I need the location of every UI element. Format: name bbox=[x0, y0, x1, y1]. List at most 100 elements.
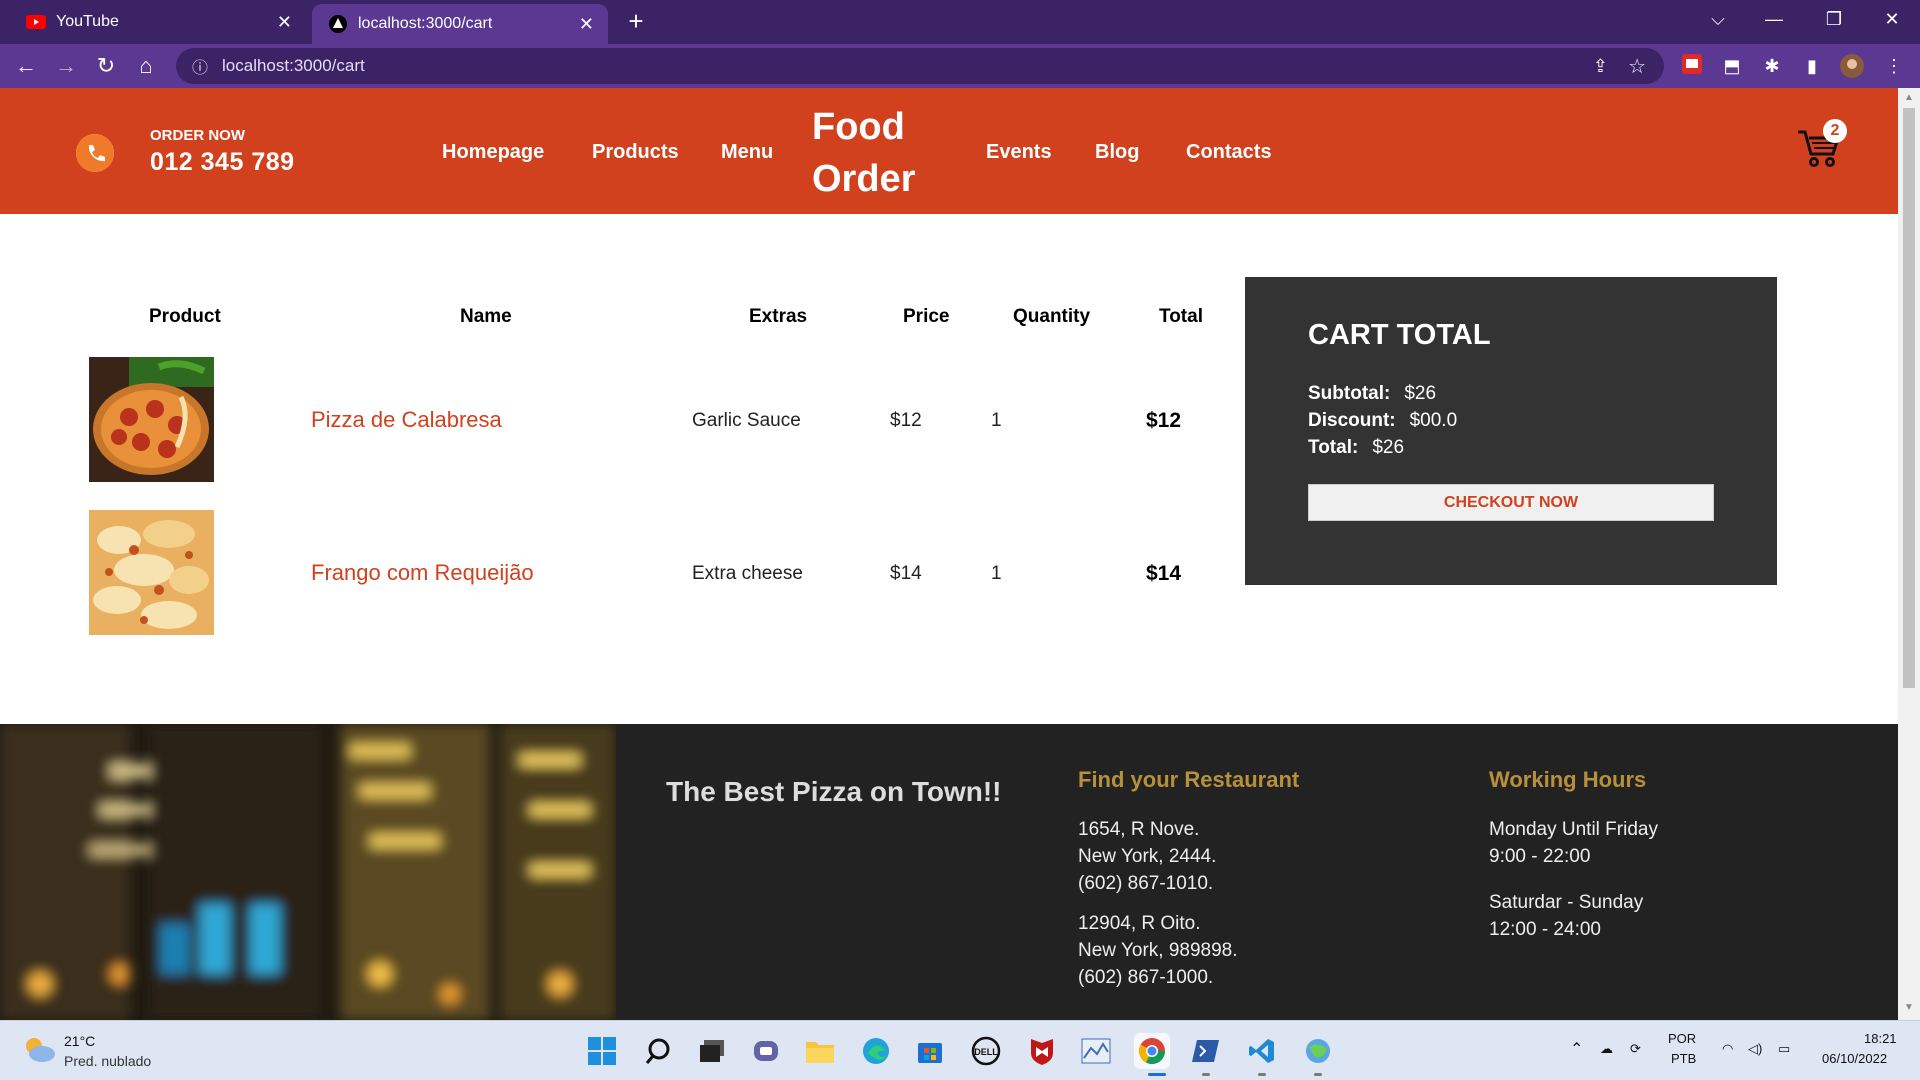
column-header-name: Name bbox=[460, 306, 512, 327]
onedrive-icon[interactable]: ☁ bbox=[1600, 1041, 1613, 1057]
tab-title: YouTube bbox=[56, 13, 119, 30]
nav-products[interactable]: Products bbox=[592, 141, 679, 164]
extension-icon[interactable]: ⬒ bbox=[1720, 54, 1744, 78]
clock-date[interactable]: 06/10/2022 bbox=[1822, 1051, 1887, 1066]
column-header-price: Price bbox=[903, 306, 950, 327]
hours-days: Saturdar - Sunday bbox=[1489, 892, 1644, 913]
extension-icon[interactable] bbox=[1680, 54, 1704, 78]
edge-icon[interactable] bbox=[858, 1033, 894, 1069]
close-icon[interactable]: ✕ bbox=[277, 12, 292, 33]
subtotal-label: Subtotal: bbox=[1308, 383, 1391, 404]
forward-icon[interactable]: → bbox=[50, 50, 82, 82]
restaurant-address: 1654, R Nove. New York, 2444. (602) 867-… bbox=[1078, 816, 1216, 897]
column-header-total: Total bbox=[1159, 306, 1203, 327]
close-window-button[interactable]: ✕ bbox=[1864, 0, 1920, 40]
phone-number: 012 345 789 bbox=[150, 148, 295, 176]
photos-app-icon[interactable] bbox=[1078, 1033, 1114, 1069]
restaurant-address: 12904, R Oito. New York, 989898. (602) 8… bbox=[1078, 910, 1238, 991]
powershell-icon[interactable] bbox=[1188, 1033, 1224, 1069]
nav-menu[interactable]: Menu bbox=[721, 141, 773, 164]
weather-temperature: 21°C bbox=[64, 1033, 96, 1049]
cart-total-title: CART TOTAL bbox=[1308, 319, 1491, 351]
side-panel-icon[interactable]: ▮ bbox=[1800, 54, 1824, 78]
wifi-icon[interactable]: ◠ bbox=[1722, 1041, 1733, 1057]
reload-icon[interactable]: ↻ bbox=[90, 50, 122, 82]
cart-count-badge: 2 bbox=[1823, 119, 1847, 143]
volume-icon[interactable]: ◁) bbox=[1748, 1041, 1762, 1057]
scroll-up-icon[interactable]: ▲ bbox=[1903, 92, 1915, 103]
cart-item-name[interactable]: Frango com Requeijão bbox=[311, 560, 534, 586]
minimize-button[interactable]: — bbox=[1746, 0, 1802, 40]
chrome-menu-icon[interactable]: ⋮ bbox=[1882, 54, 1906, 78]
discount-line: Discount: $00.0 bbox=[1308, 410, 1457, 432]
app-icon[interactable] bbox=[1300, 1033, 1336, 1069]
scroll-down-icon[interactable]: ▼ bbox=[1903, 1002, 1915, 1013]
dell-icon[interactable]: DELL bbox=[968, 1033, 1004, 1069]
close-icon[interactable]: ✕ bbox=[579, 14, 594, 35]
scrollbar-thumb[interactable] bbox=[1903, 108, 1915, 688]
total-label: Total: bbox=[1308, 437, 1359, 458]
mcafee-icon[interactable] bbox=[1024, 1033, 1060, 1069]
site-footer: The Best Pizza on Town!! Find your Resta… bbox=[0, 724, 1898, 1020]
nav-homepage[interactable]: Homepage bbox=[442, 141, 544, 164]
task-view-icon[interactable] bbox=[694, 1033, 730, 1069]
teams-chat-icon[interactable] bbox=[748, 1033, 784, 1069]
restore-button[interactable]: ❐ bbox=[1806, 0, 1862, 40]
url-text: localhost:3000/cart bbox=[222, 56, 365, 75]
cart-total-panel: CART TOTAL Subtotal: $26 Discount: $00.0 T… bbox=[1245, 277, 1777, 585]
discount-label: Discount: bbox=[1308, 410, 1396, 431]
column-header-extras: Extras bbox=[749, 306, 808, 327]
windows-start-icon[interactable] bbox=[584, 1033, 620, 1069]
tab-youtube[interactable]: YouTube ✕ bbox=[0, 0, 306, 44]
input-language[interactable]: POR bbox=[1668, 1031, 1696, 1046]
hours-days: Monday Until Friday bbox=[1489, 819, 1658, 840]
battery-icon[interactable]: ▭ bbox=[1778, 1041, 1790, 1057]
working-hours-heading: Working Hours bbox=[1489, 767, 1647, 792]
chevron-up-icon[interactable]: ⌃ bbox=[1570, 1039, 1583, 1059]
subtotal-line: Subtotal: $26 bbox=[1308, 383, 1436, 405]
page-scrollbar[interactable]: ▲ ▼ bbox=[1898, 88, 1920, 1020]
address-line: New York, 2444. bbox=[1078, 846, 1217, 867]
windows-taskbar: 21°C Pred. nublado DELL ⌃ ☁ ⟳ POR PTB ◠ … bbox=[0, 1020, 1920, 1080]
sync-icon[interactable]: ⟳ bbox=[1630, 1041, 1641, 1057]
clock-time[interactable]: 18:21 bbox=[1864, 1031, 1897, 1046]
address-phone: (602) 867-1010. bbox=[1078, 873, 1214, 894]
tab-title: localhost:3000/cart bbox=[358, 15, 493, 32]
cart-item-extras: Garlic Sauce bbox=[692, 410, 801, 431]
puzzle-icon[interactable]: ✱ bbox=[1760, 54, 1784, 78]
bookmark-star-icon[interactable]: ☆ bbox=[1628, 54, 1646, 79]
search-icon[interactable] bbox=[640, 1033, 676, 1069]
avatar[interactable] bbox=[1840, 54, 1864, 78]
cart-item-name[interactable]: Pizza de Calabresa bbox=[311, 407, 502, 433]
weather-icon[interactable] bbox=[22, 1035, 56, 1068]
find-restaurant-heading: Find your Restaurant bbox=[1078, 767, 1300, 792]
total-line: Total: $26 bbox=[1308, 437, 1404, 459]
hours-block: Monday Until Friday 9:00 - 22:00 bbox=[1489, 816, 1658, 870]
nav-contacts[interactable]: Contacts bbox=[1186, 141, 1272, 164]
file-explorer-icon[interactable] bbox=[802, 1033, 838, 1069]
share-icon[interactable]: ⇪ bbox=[1593, 56, 1608, 77]
weather-description: Pred. nublado bbox=[64, 1053, 152, 1069]
checkout-button[interactable]: CHECKOUT NOW bbox=[1308, 484, 1714, 521]
store-icon[interactable] bbox=[912, 1033, 948, 1069]
address-bar[interactable]: ⓘ localhost:3000/cart ⇪ ☆ bbox=[176, 48, 1664, 84]
info-icon[interactable]: ⓘ bbox=[192, 54, 208, 78]
nav-blog[interactable]: Blog bbox=[1095, 141, 1139, 164]
order-now-label: ORDER NOW bbox=[150, 127, 245, 144]
cart-item-quantity: 1 bbox=[991, 410, 1002, 431]
vscode-icon[interactable] bbox=[1244, 1033, 1280, 1069]
nav-events[interactable]: Events bbox=[986, 141, 1052, 164]
browser-tab-strip: YouTube ✕ localhost:3000/cart ✕ + ⌵ — ❐ … bbox=[0, 0, 1920, 44]
site-logo[interactable]: Food Order bbox=[812, 101, 942, 205]
tab-search-icon[interactable]: ⌵ bbox=[1690, 0, 1746, 40]
svg-text:DELL: DELL bbox=[974, 1047, 998, 1057]
cart-item-price: $14 bbox=[890, 563, 922, 584]
cart-item-price: $12 bbox=[890, 410, 922, 431]
keyboard-layout[interactable]: PTB bbox=[1671, 1051, 1696, 1066]
back-icon[interactable]: ← bbox=[10, 50, 42, 82]
home-icon[interactable]: ⌂ bbox=[130, 50, 162, 82]
new-tab-button[interactable]: + bbox=[620, 6, 652, 38]
chrome-icon[interactable] bbox=[1134, 1033, 1170, 1069]
tab-localhost-cart[interactable]: localhost:3000/cart ✕ bbox=[312, 4, 608, 44]
total-value: $26 bbox=[1372, 437, 1405, 458]
